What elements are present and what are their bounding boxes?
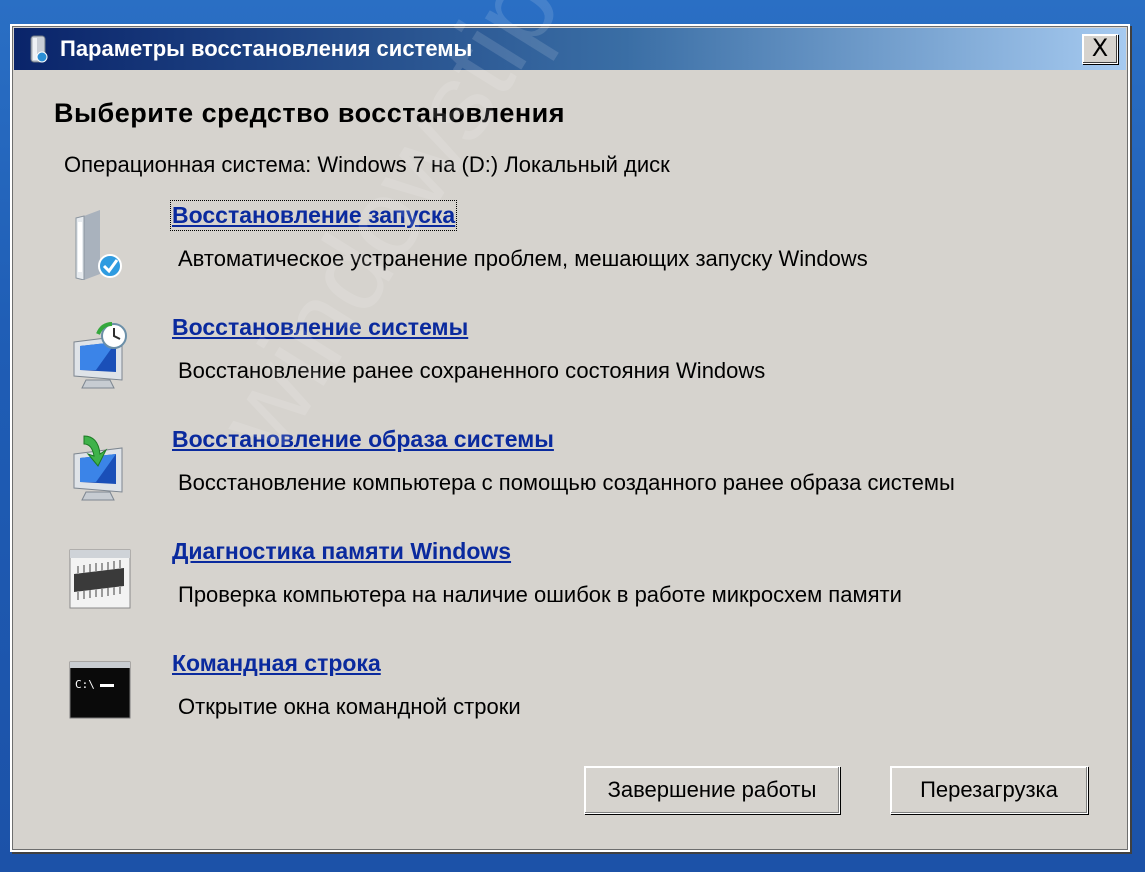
system-restore-description: Восстановление ранее сохраненного состоя… <box>178 358 766 383</box>
tool-system-image-recovery: Восстановление образа системы Восстановл… <box>62 426 1102 532</box>
memory-diagnostic-description: Проверка компьютера на наличие ошибок в … <box>178 582 902 607</box>
recovery-dialog: Параметры восстановления системы X Выбер… <box>10 0 1130 852</box>
svg-text:C:\: C:\ <box>75 678 95 691</box>
shutdown-button[interactable]: Завершение работы <box>584 766 840 814</box>
tool-memory-diagnostic: Диагностика памяти Windows Проверка комп… <box>62 538 1102 644</box>
restart-button[interactable]: Перезагрузка <box>890 766 1088 814</box>
startup-repair-description: Автоматическое устранение проблем, мешаю… <box>178 246 868 271</box>
memory-diagnostic-icon <box>66 544 132 616</box>
system-image-recovery-link[interactable]: Восстановление образа системы <box>172 426 554 453</box>
close-button[interactable]: X <box>1082 34 1118 64</box>
command-prompt-description: Открытие окна командной строки <box>178 694 521 719</box>
system-image-recovery-description: Восстановление компьютера с помощью созд… <box>178 470 955 495</box>
system-image-recovery-icon <box>66 432 132 504</box>
startup-repair-link[interactable]: Восстановление запуска <box>169 200 458 231</box>
recovery-window-icon <box>28 34 50 64</box>
tool-system-restore: Восстановление системы Восстановление ра… <box>62 314 1102 420</box>
system-restore-icon <box>66 320 132 392</box>
startup-repair-icon <box>66 208 132 281</box>
command-prompt-icon: C:\ <box>66 656 132 728</box>
memory-diagnostic-link[interactable]: Диагностика памяти Windows <box>172 538 511 565</box>
window-title: Параметры восстановления системы <box>60 36 473 61</box>
title-bar: Параметры восстановления системы X <box>14 28 1126 70</box>
page-title: Выберите средство восстановления <box>54 98 566 128</box>
system-restore-link[interactable]: Восстановление системы <box>172 314 468 341</box>
os-info: Операционная система: Windows 7 на (D:) … <box>64 152 670 177</box>
command-prompt-link[interactable]: Командная строка <box>172 650 381 677</box>
tool-command-prompt: C:\ Командная строка Открытие окна коман… <box>62 650 1102 756</box>
tool-startup-repair: Восстановление запуска Автоматическое ус… <box>62 200 1102 308</box>
